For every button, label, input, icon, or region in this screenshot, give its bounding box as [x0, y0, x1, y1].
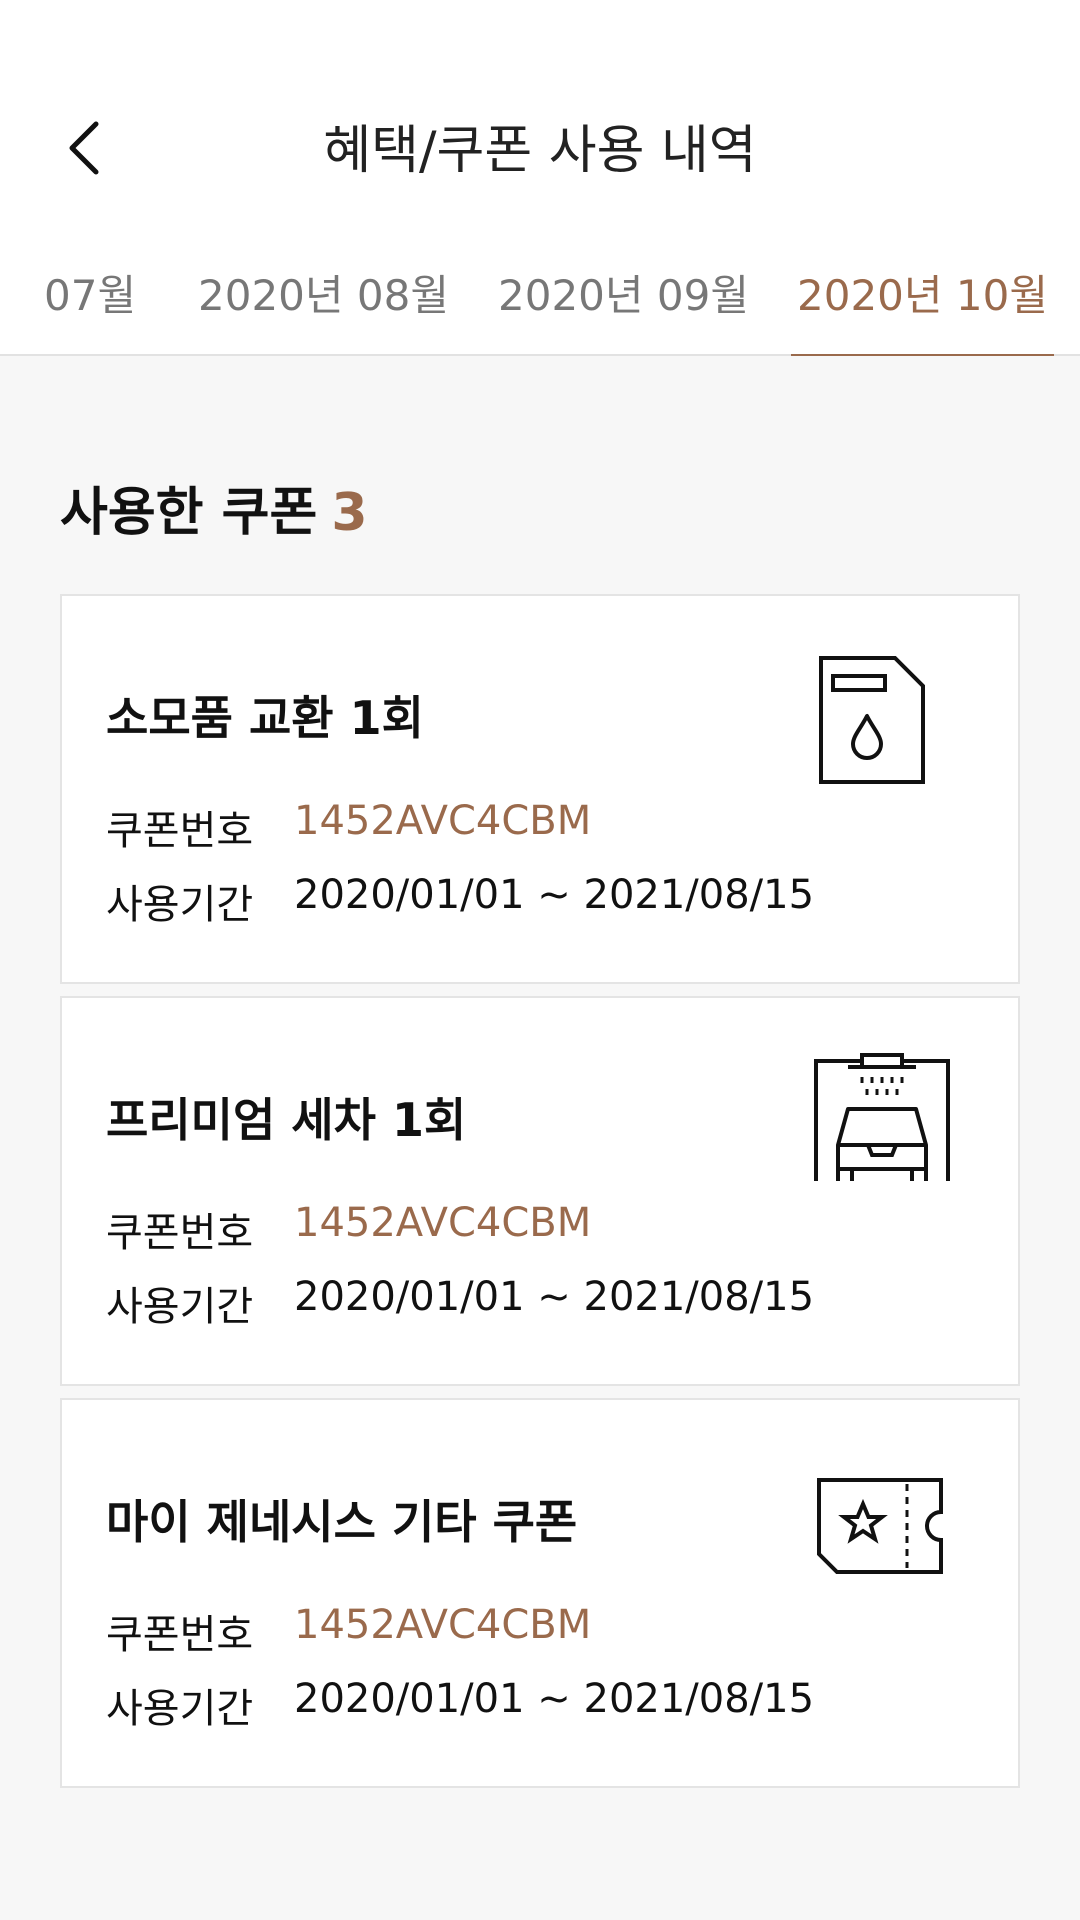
coupon-period: 2020/01/01 ~ 2021/08/15: [294, 872, 815, 918]
coupon-count: 3: [331, 483, 368, 543]
oil-can-icon: [802, 650, 942, 790]
coupon-period-row: 사용기간 2020/01/01 ~ 2021/08/15: [106, 1274, 814, 1332]
coupon-number-row: 쿠폰번호 1452AVC4CBM: [106, 798, 591, 856]
tab-label: 2020년 09월: [498, 271, 749, 320]
active-tab-indicator: [791, 354, 1054, 356]
tabs-fade-edge: [0, 250, 44, 350]
coupon-card[interactable]: 소모품 교환 1회 쿠폰번호 1452AVC4CBM 사용기간 2020/01/…: [60, 594, 1020, 984]
coupon-title: 소모품 교환 1회: [106, 691, 424, 745]
coupon-number-label: 쿠폰번호: [106, 1210, 254, 1256]
coupon-period-label: 사용기간: [106, 882, 254, 928]
coupon-number: 1452AVC4CBM: [294, 1602, 592, 1648]
page-title: 혜택/쿠폰 사용 내역: [323, 121, 757, 181]
month-tabs: 07월 2020년 08월 2020년 09월 2020년 10월: [0, 250, 1080, 356]
coupon-number-row: 쿠폰번호 1452AVC4CBM: [106, 1200, 591, 1258]
coupon-number-label: 쿠폰번호: [106, 808, 254, 854]
coupon-number-row: 쿠폰번호 1452AVC4CBM: [106, 1602, 591, 1660]
coupon-number: 1452AVC4CBM: [294, 798, 592, 844]
coupon-number: 1452AVC4CBM: [294, 1200, 592, 1246]
car-wash-icon: [812, 1048, 952, 1188]
coupon-title: 마이 제네시스 기타 쿠폰: [106, 1495, 578, 1549]
coupon-title: 프리미엄 세차 1회: [106, 1093, 467, 1147]
coupon-number-label: 쿠폰번호: [106, 1612, 254, 1658]
coupon-period-label: 사용기간: [106, 1284, 254, 1330]
tab-label: 07월: [44, 271, 137, 320]
coupon-period-row: 사용기간 2020/01/01 ~ 2021/08/15: [106, 872, 814, 930]
coupon-card[interactable]: 프리미엄 세차 1회 쿠폰번호 1452AVC4CBM 사용기간 2020/01…: [60, 996, 1020, 1386]
tab-label: 2020년 10월: [797, 271, 1048, 320]
coupon-period: 2020/01/01 ~ 2021/08/15: [294, 1274, 815, 1320]
tab-2020-08[interactable]: 2020년 08월: [198, 250, 449, 356]
tab-label: 2020년 08월: [198, 271, 449, 320]
coupon-period-row: 사용기간 2020/01/01 ~ 2021/08/15: [106, 1676, 814, 1734]
coupon-card[interactable]: 마이 제네시스 기타 쿠폰 쿠폰번호 1452AVC4CBM 사용기간 2020…: [60, 1398, 1020, 1788]
tab-2020-10[interactable]: 2020년 10월: [791, 250, 1054, 356]
tab-2020-09[interactable]: 2020년 09월: [498, 250, 749, 356]
section-title-label: 사용한 쿠폰: [60, 483, 318, 543]
section-title: 사용한 쿠폰 3: [60, 470, 368, 545]
coupon-period-label: 사용기간: [106, 1686, 254, 1732]
ticket-star-icon: [810, 1456, 950, 1596]
coupon-period: 2020/01/01 ~ 2021/08/15: [294, 1676, 815, 1722]
tab-2020-07[interactable]: 07월: [44, 250, 136, 356]
